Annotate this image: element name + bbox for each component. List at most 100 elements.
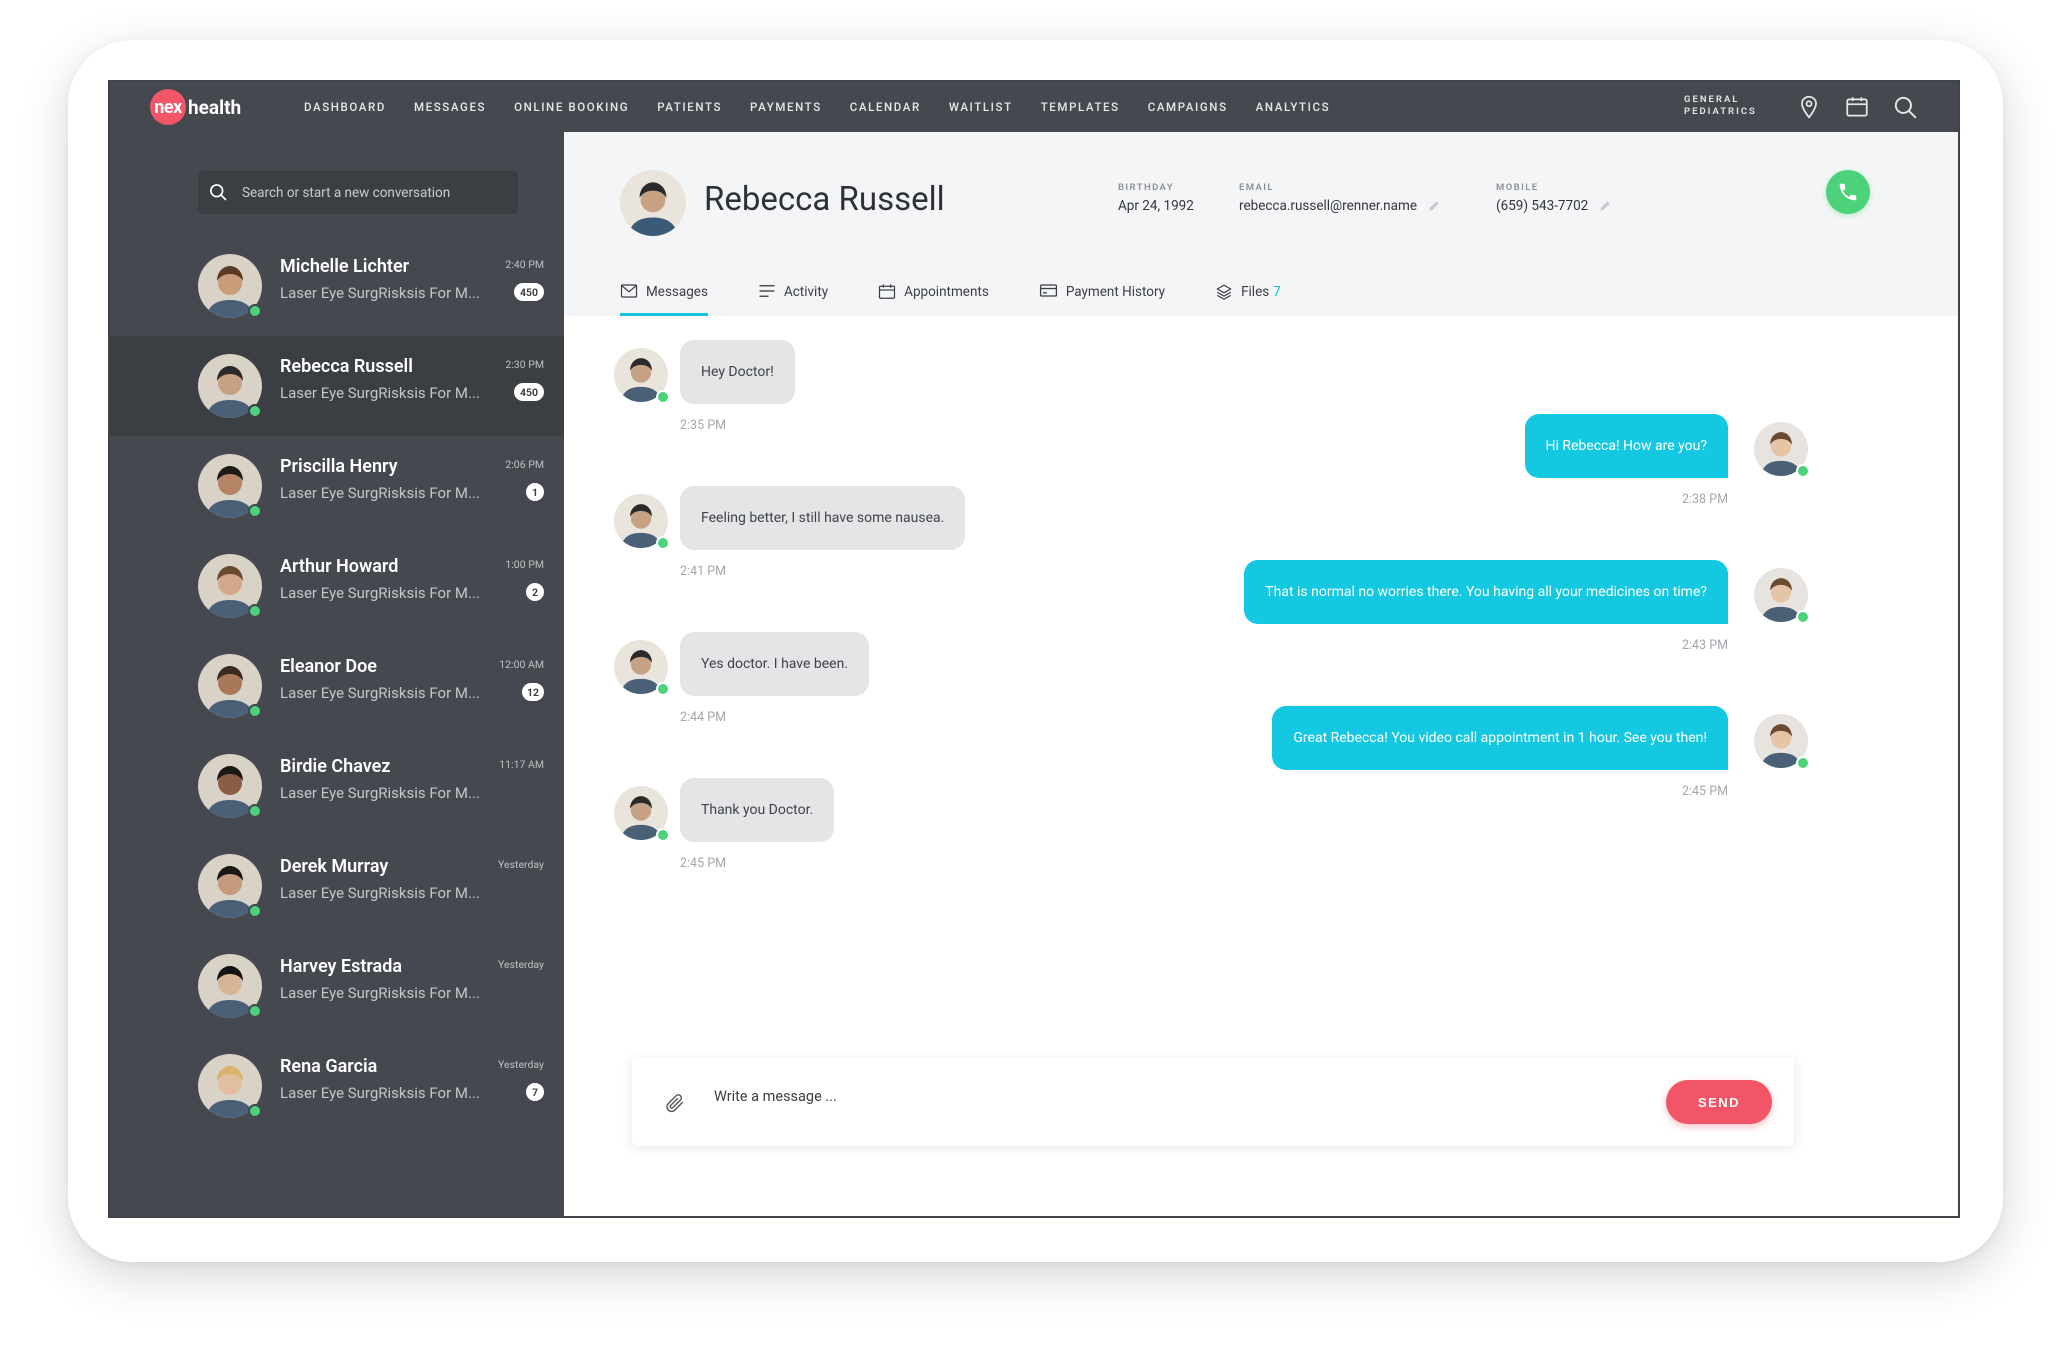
phone-icon bbox=[1839, 183, 1857, 201]
nav-item-campaigns[interactable]: CAMPAIGNS bbox=[1148, 100, 1228, 114]
files-count: 7 bbox=[1273, 284, 1281, 300]
nav-item-payments[interactable]: PAYMENTS bbox=[750, 100, 822, 114]
tab-messages-label: Messages bbox=[646, 284, 708, 300]
message-time: 2:06 PM bbox=[505, 458, 544, 471]
card-icon bbox=[1039, 284, 1057, 297]
patient-tabs: Messages Activity Appointments Payment H… bbox=[620, 274, 1331, 316]
conversation-item[interactable]: Derek Murray Laser Eye SurgRisksis For M.… bbox=[110, 836, 564, 936]
message-time: Yesterday bbox=[498, 1058, 544, 1071]
edit-email-icon[interactable] bbox=[1427, 199, 1441, 213]
patient-message-avatar bbox=[614, 640, 670, 696]
practice-name-line2: PEDIATRICS bbox=[1684, 106, 1757, 117]
online-status-indicator bbox=[1796, 610, 1810, 624]
conversation-item[interactable]: Eleanor Doe Laser Eye SurgRisksis For M..… bbox=[110, 636, 564, 736]
nav-item-analytics[interactable]: ANALYTICS bbox=[1256, 100, 1331, 114]
call-button[interactable] bbox=[1826, 170, 1870, 214]
conversation-item[interactable]: Michelle Lichter Laser Eye SurgRisksis Fo… bbox=[110, 236, 564, 336]
email-label: EMAIL bbox=[1239, 182, 1274, 193]
tab-messages[interactable]: Messages bbox=[620, 274, 708, 316]
edit-mobile-icon[interactable] bbox=[1598, 199, 1612, 213]
tab-payment-history[interactable]: Payment History bbox=[1039, 274, 1165, 316]
location-pin-icon[interactable] bbox=[1796, 94, 1822, 120]
message-time: 2:30 PM bbox=[505, 358, 544, 371]
layers-icon bbox=[1216, 284, 1232, 300]
message-timestamp: 2:41 PM bbox=[680, 564, 727, 579]
online-status-indicator bbox=[248, 1104, 262, 1118]
nav-item-online-booking[interactable]: ONLINE BOOKING bbox=[514, 100, 629, 114]
online-status-indicator bbox=[248, 604, 262, 618]
avatar bbox=[198, 454, 262, 518]
message-preview: Laser Eye SurgRisksis For M... bbox=[280, 1084, 480, 1102]
avatar bbox=[198, 754, 262, 818]
incoming-message-bubble: Yes doctor. I have been. bbox=[680, 632, 870, 696]
message-timestamp: 2:44 PM bbox=[680, 710, 727, 725]
tab-payment-history-label: Payment History bbox=[1065, 284, 1166, 300]
birthday-value: Apr 24, 1992 bbox=[1118, 198, 1194, 214]
nav-item-patients[interactable]: PATIENTS bbox=[657, 100, 722, 114]
nav-item-calendar[interactable]: CALENDAR bbox=[850, 100, 921, 114]
nav-item-dashboard[interactable]: DASHBOARD bbox=[304, 100, 386, 114]
nav-item-templates[interactable]: TEMPLATES bbox=[1041, 100, 1120, 114]
message-timestamp: 2:35 PM bbox=[680, 418, 727, 433]
conversation-item[interactable]: Harvey Estrada Laser Eye SurgRisksis For … bbox=[110, 936, 564, 1036]
online-status-indicator bbox=[248, 1004, 262, 1018]
unread-count-badge: 12 bbox=[521, 683, 544, 701]
calendar-icon[interactable] bbox=[1844, 94, 1870, 120]
outgoing-message-bubble: Hi Rebecca! How are you? bbox=[1524, 414, 1728, 478]
avatar bbox=[198, 254, 262, 318]
contact-name: Rena Garcia bbox=[280, 1056, 378, 1077]
tab-files[interactable]: Files 7 bbox=[1215, 274, 1281, 316]
paperclip-icon[interactable] bbox=[664, 1092, 686, 1114]
nav-item-messages[interactable]: MESSAGES bbox=[414, 100, 486, 114]
online-status-indicator bbox=[1796, 756, 1810, 770]
nav-menu: DASHBOARD MESSAGES ONLINE BOOKING PATIEN… bbox=[304, 82, 1358, 132]
tab-appointments-label: Appointments bbox=[904, 284, 989, 300]
birthday-info: BIRTHDAY Apr 24, 1992 bbox=[1118, 182, 1194, 214]
envelope-icon bbox=[620, 284, 638, 298]
contact-name: Priscilla Henry bbox=[280, 456, 398, 477]
tab-activity[interactable]: Activity bbox=[758, 274, 828, 316]
online-status-indicator bbox=[248, 804, 262, 818]
conversation-item[interactable]: Birdie Chavez Laser Eye SurgRisksis For M… bbox=[110, 736, 564, 836]
online-status-indicator bbox=[656, 536, 670, 550]
conversation-item[interactable]: Arthur Howard Laser Eye SurgRisksis For M… bbox=[110, 536, 564, 636]
incoming-message-bubble: Hey Doctor! bbox=[680, 340, 795, 404]
birthday-label: BIRTHDAY bbox=[1118, 182, 1174, 193]
logo-text: health bbox=[188, 95, 242, 119]
conversation-search[interactable] bbox=[198, 171, 518, 214]
message-composer: SEND bbox=[632, 1058, 1794, 1146]
conversation-item[interactable]: Rena Garcia Laser Eye SurgRisksis For M..… bbox=[110, 1036, 564, 1136]
tab-files-label: Files bbox=[1241, 284, 1270, 300]
message-timestamp: 2:45 PM bbox=[1681, 784, 1728, 799]
list-icon bbox=[759, 285, 775, 297]
tab-appointments[interactable]: Appointments bbox=[878, 274, 989, 316]
online-status-indicator bbox=[248, 404, 262, 418]
message-preview: Laser Eye SurgRisksis For M... bbox=[280, 684, 480, 702]
nav-item-waitlist[interactable]: WAITLIST bbox=[949, 100, 1013, 114]
send-button[interactable]: SEND bbox=[1666, 1080, 1772, 1124]
chat-panel: Rebecca Russell BIRTHDAY Apr 24, 1992 EM… bbox=[564, 132, 1958, 1216]
conversation-item[interactable]: Rebecca Russell Laser Eye SurgRisksis For… bbox=[110, 336, 564, 436]
message-time: 12:00 AM bbox=[499, 658, 544, 671]
search-input[interactable] bbox=[242, 184, 502, 201]
avatar bbox=[198, 654, 262, 718]
search-icon[interactable] bbox=[1892, 94, 1918, 120]
patient-message-avatar bbox=[614, 494, 670, 550]
contact-name: Rebecca Russell bbox=[280, 356, 413, 377]
patient-avatar bbox=[620, 170, 686, 236]
message-preview: Laser Eye SurgRisksis For M... bbox=[280, 884, 480, 902]
app-screen: nex health DASHBOARD MESSAGES ONLINE BOO… bbox=[108, 80, 1960, 1218]
unread-count-badge: 450 bbox=[514, 283, 544, 301]
conversation-sidebar: Michelle Lichter Laser Eye SurgRisksis Fo… bbox=[110, 132, 564, 1216]
online-status-indicator bbox=[248, 504, 262, 518]
conversation-item[interactable]: Priscilla Henry Laser Eye SurgRisksis For… bbox=[110, 436, 564, 536]
practice-selector[interactable]: GENERAL PEDIATRICS bbox=[1684, 94, 1757, 118]
contact-name: Michelle Lichter bbox=[280, 256, 410, 277]
message-timestamp: 2:43 PM bbox=[1681, 638, 1728, 653]
unread-count-badge: 450 bbox=[514, 383, 544, 401]
message-input[interactable] bbox=[714, 1088, 1614, 1105]
nexhealth-logo[interactable]: nex health bbox=[150, 89, 241, 125]
message-preview: Laser Eye SurgRisksis For M... bbox=[280, 384, 480, 402]
message-preview: Laser Eye SurgRisksis For M... bbox=[280, 584, 480, 602]
outgoing-message-bubble: Great Rebecca! You video call appointmen… bbox=[1272, 706, 1728, 770]
